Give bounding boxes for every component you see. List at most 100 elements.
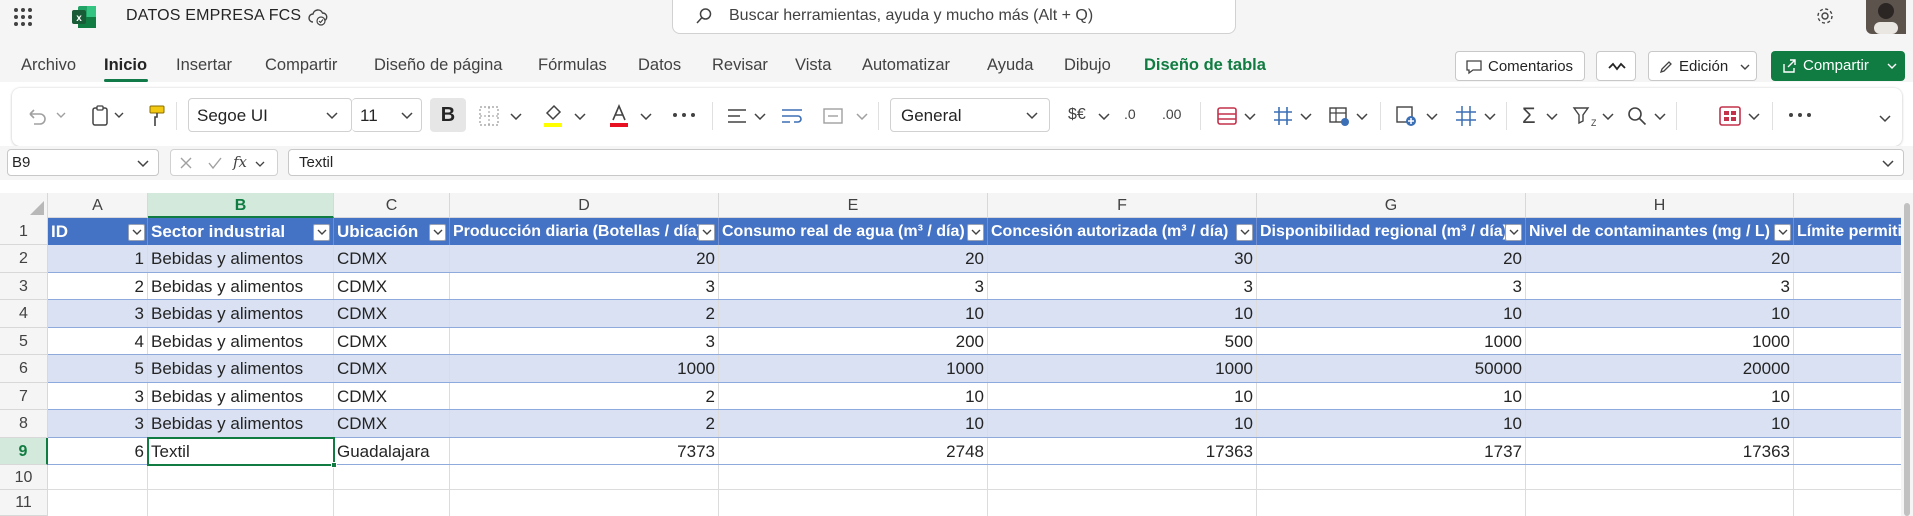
column-header-g[interactable]: G — [1257, 193, 1526, 218]
name-box[interactable]: B9 — [7, 149, 159, 176]
table-cell[interactable] — [1794, 383, 1901, 409]
table-cell[interactable]: 1000 — [450, 355, 719, 382]
table-cell[interactable]: 200 — [719, 328, 988, 354]
table-cell[interactable] — [719, 465, 988, 489]
editing-mode-button[interactable]: Edición — [1648, 51, 1757, 81]
table-header-cell[interactable]: Nivel de contaminantes (mg / L) — [1526, 218, 1794, 245]
table-cell[interactable]: 20 — [1526, 245, 1794, 272]
row-header[interactable]: 7 — [0, 383, 48, 410]
table-cell[interactable]: CDMX — [334, 273, 450, 299]
table-cell[interactable]: CDMX — [334, 383, 450, 409]
table-cell[interactable]: Guadalajara — [334, 438, 450, 464]
tab-ayuda[interactable]: Ayuda — [987, 56, 1034, 75]
tab-insertar[interactable]: Insertar — [176, 56, 232, 75]
spreadsheet-grid[interactable]: A B C D E F G H 1 2 3 4 5 6 7 8 9 10 11 … — [0, 193, 1913, 516]
table-cell[interactable]: 4 — [48, 328, 148, 354]
table-cell[interactable]: 20 — [1257, 245, 1526, 272]
table-cell[interactable]: 10 — [719, 410, 988, 437]
table-cell[interactable]: 3 — [719, 273, 988, 299]
formula-input[interactable]: Textil — [288, 149, 1904, 176]
table-cell[interactable]: Bebidas y alimentos — [148, 383, 334, 409]
share-button[interactable]: Compartir — [1771, 51, 1905, 81]
chevron-down-icon[interactable] — [1546, 112, 1558, 120]
table-cell[interactable]: CDMX — [334, 328, 450, 354]
filter-dropdown-button[interactable] — [313, 224, 330, 241]
table-cell[interactable]: 2 — [450, 383, 719, 409]
comments-button[interactable]: Comentarios — [1455, 51, 1585, 81]
row-header[interactable]: 3 — [0, 273, 48, 300]
scrollbar-thumb[interactable] — [1904, 203, 1910, 516]
table-header-cell[interactable]: Consumo real de agua (m³ / día) — [719, 218, 988, 245]
table-cell[interactable]: Bebidas y alimentos — [148, 328, 334, 354]
table-cell[interactable]: 3 — [48, 383, 148, 409]
tab-archivo[interactable]: Archivo — [21, 56, 76, 75]
table-cell[interactable] — [48, 490, 148, 516]
undo-icon[interactable] — [26, 106, 48, 126]
table-cell[interactable] — [1794, 410, 1901, 437]
table-cell[interactable]: 50000 — [1257, 355, 1526, 382]
filter-dropdown-button[interactable] — [698, 224, 715, 241]
user-avatar[interactable] — [1866, 0, 1906, 34]
table-cell[interactable]: 3 — [48, 410, 148, 437]
chevron-down-icon[interactable] — [1748, 112, 1760, 120]
table-cell[interactable]: 10 — [988, 300, 1257, 327]
table-cell[interactable]: CDMX — [334, 355, 450, 382]
chevron-down-icon[interactable] — [255, 160, 265, 168]
table-cell[interactable]: 10 — [1257, 300, 1526, 327]
fill-color-icon[interactable] — [542, 103, 564, 129]
table-cell[interactable] — [1794, 355, 1901, 382]
table-cell[interactable]: 20000 — [1526, 355, 1794, 382]
chevron-down-icon[interactable] — [640, 112, 652, 120]
column-header-i[interactable] — [1794, 193, 1901, 218]
find-icon[interactable] — [1626, 105, 1648, 127]
column-header-h[interactable]: H — [1526, 193, 1794, 218]
table-header-cell[interactable]: Sector industrial — [148, 218, 334, 245]
table-cell[interactable]: 17363 — [1526, 438, 1794, 464]
table-cell[interactable]: 10 — [988, 383, 1257, 409]
sort-filter-icon[interactable]: Z — [1572, 104, 1596, 128]
excel-logo-icon[interactable]: x — [71, 5, 97, 29]
filter-dropdown-button[interactable] — [128, 224, 145, 241]
filter-dropdown-button[interactable] — [967, 224, 984, 241]
app-launcher-icon[interactable] — [12, 6, 34, 28]
table-cell[interactable]: 3 — [1526, 273, 1794, 299]
table-cell[interactable] — [988, 465, 1257, 489]
number-format-select[interactable]: General — [890, 98, 1050, 132]
table-cell[interactable]: 6 — [48, 438, 148, 464]
table-cell[interactable]: 3 — [450, 328, 719, 354]
table-cell[interactable] — [1526, 490, 1794, 516]
table-cell[interactable]: 10 — [1257, 383, 1526, 409]
increase-decimal-button[interactable]: .00 — [1162, 106, 1181, 122]
table-cell[interactable]: 3 — [450, 273, 719, 299]
table-cell[interactable]: 2 — [48, 273, 148, 299]
row-header[interactable]: 1 — [0, 218, 48, 245]
table-cell[interactable]: 2 — [450, 410, 719, 437]
table-cell[interactable]: 1000 — [1526, 328, 1794, 354]
table-cell[interactable]: 10 — [1526, 300, 1794, 327]
filter-dropdown-button[interactable] — [1774, 224, 1791, 241]
chevron-down-icon[interactable] — [1426, 112, 1438, 120]
table-cell[interactable]: 10 — [1526, 383, 1794, 409]
table-cell[interactable]: 2748 — [719, 438, 988, 464]
search-box[interactable]: Buscar herramientas, ayuda y mucho más (… — [672, 0, 1236, 34]
select-all-corner[interactable] — [0, 193, 48, 218]
table-cell[interactable] — [988, 490, 1257, 516]
chevron-down-icon[interactable] — [114, 111, 124, 119]
filter-dropdown-button[interactable] — [429, 224, 446, 241]
table-header-cell[interactable]: Disponibilidad regional (m³ / día) — [1257, 218, 1526, 245]
vertical-scrollbar[interactable] — [1901, 193, 1913, 516]
enter-check-icon[interactable] — [207, 156, 223, 170]
row-header[interactable]: 2 — [0, 245, 48, 273]
tab-diseno-pagina[interactable]: Diseño de página — [374, 56, 502, 75]
table-cell[interactable] — [1794, 328, 1901, 354]
fill-handle[interactable] — [331, 462, 337, 468]
tab-revisar[interactable]: Revisar — [712, 56, 768, 75]
column-header-c[interactable]: C — [334, 193, 450, 218]
table-cell[interactable] — [48, 465, 148, 489]
table-cell[interactable]: CDMX — [334, 300, 450, 327]
chevron-down-icon[interactable] — [1602, 112, 1614, 120]
table-cell[interactable] — [334, 465, 450, 489]
tab-inicio[interactable]: Inicio — [104, 56, 147, 75]
tab-automatizar[interactable]: Automatizar — [862, 56, 950, 75]
table-cell[interactable] — [1794, 273, 1901, 299]
